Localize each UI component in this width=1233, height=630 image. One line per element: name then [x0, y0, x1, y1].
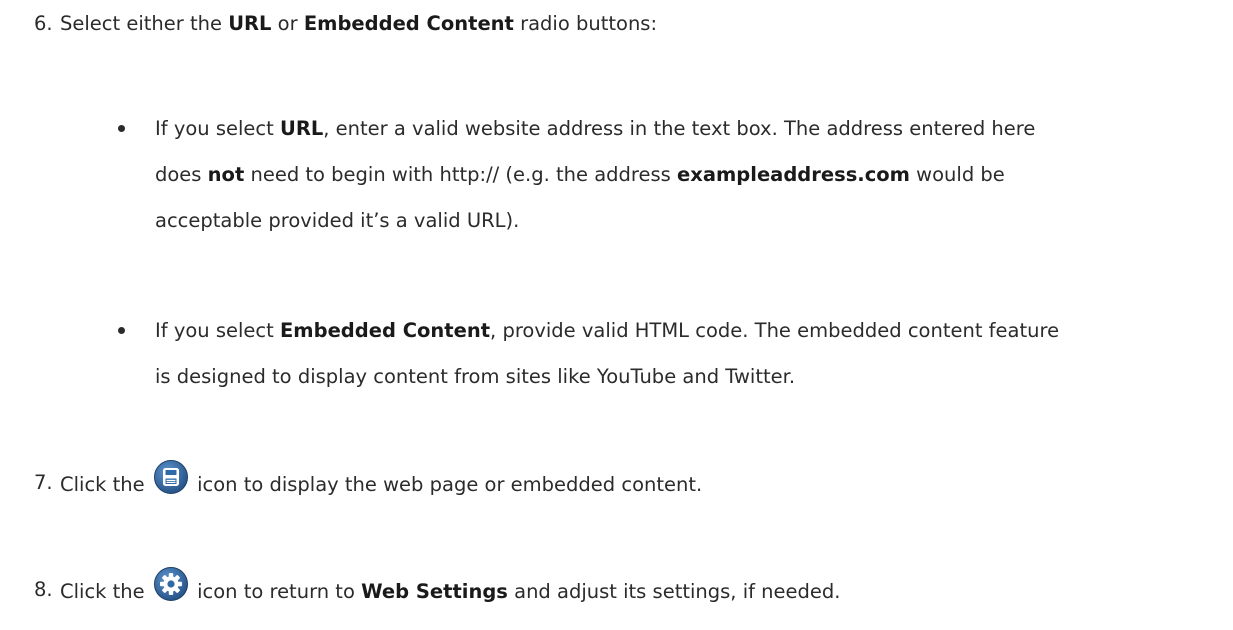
- bullet-dot: [118, 327, 125, 334]
- example-address-term: exampleaddress.com: [677, 163, 910, 186]
- step-6-text-b: or: [271, 12, 304, 35]
- step-8-text-b: icon to return to: [190, 580, 362, 603]
- step-7-text-a: Click the: [60, 473, 151, 496]
- step-8-text-a: Click the: [60, 580, 151, 603]
- bullet-url-text: would be: [909, 163, 1005, 186]
- bullet-url-text: does: [155, 163, 208, 186]
- bullet-embedded-line-1: If you select Embedded Content, provide …: [155, 319, 1059, 343]
- bullet-url-text: , enter a valid website address in the t…: [323, 117, 1036, 140]
- step-6-text: Select either the URL or Embedded Conten…: [60, 12, 657, 36]
- embedded-content-term: Embedded Content: [279, 319, 491, 342]
- step-7-text: Click the icon to display the web page o…: [60, 460, 703, 497]
- bullet-embedded-text: , provide valid HTML code. The embedded …: [490, 319, 1060, 342]
- bullet-url-line-2: does not need to begin with http:// (e.g…: [155, 163, 1005, 187]
- step-6-number: 6.: [34, 12, 53, 35]
- step-7-text-b: icon to display the web page or embedded…: [190, 473, 703, 496]
- step-8-text: Click the icon to return to Web Settings…: [60, 567, 841, 604]
- embedded-content-term: Embedded Content: [303, 12, 514, 35]
- bullet-url-text: need to begin with http:// (e.g. the add…: [244, 163, 678, 186]
- bullet-dot: [118, 125, 125, 132]
- bullet-url-line-1: If you select URL, enter a valid website…: [155, 117, 1035, 141]
- bullet-embedded-text: is designed to display content from site…: [155, 365, 796, 388]
- bullet-embedded-text: If you select: [155, 319, 280, 342]
- bullet-url-text: acceptable provided it’s a valid URL).: [155, 209, 520, 232]
- step-7-number: 7.: [34, 471, 53, 494]
- bullet-url-text: If you select: [155, 117, 280, 140]
- bullet-url-line-3: acceptable provided it’s a valid URL).: [155, 209, 519, 233]
- url-term: URL: [279, 117, 324, 140]
- bullet-embedded-line-2: is designed to display content from site…: [155, 365, 795, 389]
- step-6-text-a: Select either the: [60, 12, 229, 35]
- save-icon: [153, 459, 189, 495]
- url-term: URL: [228, 12, 272, 35]
- not-term: not: [207, 163, 245, 186]
- gear-icon: [153, 566, 189, 602]
- step-6-text-c: radio buttons:: [513, 12, 658, 35]
- step-8-number: 8.: [34, 578, 53, 601]
- web-settings-term: Web Settings: [361, 580, 508, 603]
- step-8-text-c: and adjust its settings, if needed.: [507, 580, 841, 603]
